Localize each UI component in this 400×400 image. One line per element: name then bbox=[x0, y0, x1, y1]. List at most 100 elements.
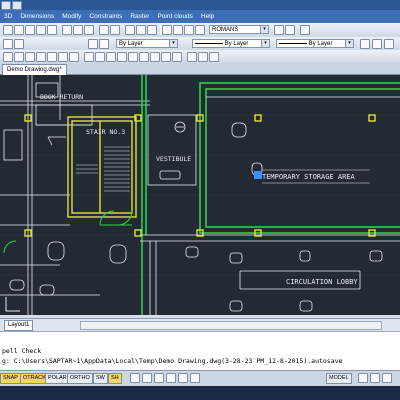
menu-bar: 3D Dimensions Modify Constraints Raster … bbox=[0, 10, 400, 23]
lock-icon[interactable] bbox=[370, 373, 380, 383]
circulation-label: CIRCULATION LOBBY bbox=[286, 278, 358, 286]
menu-3d[interactable]: 3D bbox=[0, 13, 16, 20]
text-style-combo[interactable]: ROMANS ▾ bbox=[209, 25, 269, 34]
extend-icon[interactable] bbox=[150, 52, 160, 62]
drawing-canvas[interactable]: BOOK RETURN STAIR NO.3 VESTIBULE TEMPORA… bbox=[0, 75, 400, 315]
vestibule-label: VESTIBULE bbox=[156, 155, 191, 163]
toolbar-layers: By Layer ▾ By Layer ▾ By Layer ▾ bbox=[0, 37, 400, 51]
arc-icon[interactable] bbox=[36, 52, 46, 62]
explode-icon[interactable] bbox=[172, 52, 182, 62]
preview-icon[interactable] bbox=[47, 25, 57, 35]
color-icon[interactable] bbox=[88, 39, 98, 49]
document-tab[interactable]: Demo Drawing.dwg* bbox=[2, 64, 67, 75]
line-icon[interactable] bbox=[3, 52, 13, 62]
publish-icon[interactable] bbox=[384, 39, 394, 49]
workspace-icon[interactable] bbox=[358, 373, 368, 383]
qat-icon[interactable] bbox=[12, 1, 22, 10]
tool-palettes-icon[interactable] bbox=[184, 25, 194, 35]
dim-style-icon[interactable] bbox=[274, 25, 284, 35]
chevron-down-icon[interactable]: ▾ bbox=[169, 40, 177, 47]
model-label: MODEL bbox=[329, 375, 349, 381]
lineweight-combo[interactable]: By Layer ▾ bbox=[276, 39, 354, 48]
zoom-window-icon[interactable] bbox=[147, 25, 157, 35]
snap-toggle[interactable]: SNAP bbox=[0, 373, 21, 384]
storage-room-details bbox=[140, 96, 400, 242]
undo-icon[interactable] bbox=[99, 25, 109, 35]
lineweight-value: By Layer bbox=[308, 41, 333, 47]
steering-wheel-icon[interactable] bbox=[178, 373, 188, 383]
layout-tab-label: Layout1 bbox=[8, 322, 30, 328]
polar-toggle[interactable]: POLAR bbox=[45, 373, 70, 384]
polyline-icon[interactable] bbox=[14, 52, 24, 62]
layout-tab[interactable]: Layout1 bbox=[4, 320, 34, 331]
sheet-set-icon[interactable] bbox=[195, 25, 205, 35]
otrack-label: OTRACK bbox=[23, 375, 46, 381]
rectangle-icon[interactable] bbox=[47, 52, 57, 62]
trim-icon[interactable] bbox=[139, 52, 149, 62]
text-icon[interactable] bbox=[69, 52, 79, 62]
showmotion-icon[interactable] bbox=[190, 373, 200, 383]
spacer bbox=[160, 25, 162, 34]
properties-icon[interactable] bbox=[162, 25, 172, 35]
annotation-icon[interactable] bbox=[130, 373, 140, 383]
dimension-icon[interactable] bbox=[187, 52, 197, 62]
mleader-style-icon[interactable] bbox=[300, 25, 310, 35]
paste-icon[interactable] bbox=[84, 25, 94, 35]
app-icon[interactable] bbox=[1, 1, 11, 10]
layer-manager-icon[interactable] bbox=[3, 39, 13, 49]
plot-icon[interactable] bbox=[372, 39, 382, 49]
plotstyle-icon[interactable] bbox=[360, 39, 370, 49]
cut-icon[interactable] bbox=[62, 25, 72, 35]
fillet-icon[interactable] bbox=[161, 52, 171, 62]
design-center-icon[interactable] bbox=[173, 25, 183, 35]
floor-plan: BOOK RETURN STAIR NO.3 VESTIBULE TEMPORA… bbox=[0, 75, 400, 315]
ortho-toggle[interactable]: ORTHO bbox=[67, 373, 93, 384]
print-icon[interactable] bbox=[36, 25, 46, 35]
layer-combo[interactable]: By Layer ▾ bbox=[116, 39, 178, 48]
move-icon[interactable] bbox=[84, 52, 94, 62]
pan-status-icon[interactable] bbox=[154, 373, 164, 383]
menu-modify[interactable]: Modify bbox=[58, 13, 85, 20]
menu-dimensions[interactable]: Dimensions bbox=[16, 13, 58, 20]
insert-icon[interactable] bbox=[209, 52, 219, 62]
toolbar-draw bbox=[0, 50, 400, 64]
command-line[interactable]: pell Check g: C:\Users\SAPTAR~1\AppData\… bbox=[0, 331, 400, 371]
book-return-room bbox=[35, 104, 93, 146]
horizontal-scrollbar[interactable] bbox=[80, 321, 382, 330]
fullscreen-icon[interactable] bbox=[382, 373, 392, 383]
sh-toggle[interactable]: SH bbox=[108, 373, 122, 384]
scale-icon[interactable] bbox=[106, 52, 116, 62]
save-icon[interactable] bbox=[25, 25, 35, 35]
rotate-icon[interactable] bbox=[95, 52, 105, 62]
menu-point-clouds[interactable]: Point clouds bbox=[153, 13, 196, 20]
quick-view-icon[interactable] bbox=[142, 373, 152, 383]
linetype-value: By Layer bbox=[224, 41, 249, 47]
chevron-down-icon[interactable]: ▾ bbox=[345, 40, 353, 47]
linetype-combo[interactable]: By Layer ▾ bbox=[192, 39, 270, 48]
table-style-icon[interactable] bbox=[285, 25, 295, 35]
mirror-icon[interactable] bbox=[117, 52, 127, 62]
new-icon[interactable] bbox=[3, 25, 13, 35]
menu-raster[interactable]: Raster bbox=[126, 13, 153, 20]
offset-icon[interactable] bbox=[128, 52, 138, 62]
zoom-status-icon[interactable] bbox=[166, 373, 176, 383]
sw-toggle[interactable]: SW bbox=[93, 373, 108, 384]
circle-icon[interactable] bbox=[25, 52, 35, 62]
snap-label: SNAP bbox=[3, 375, 18, 381]
chevron-down-icon[interactable]: ▾ bbox=[260, 26, 268, 33]
model-button[interactable]: MODEL bbox=[326, 373, 352, 384]
menu-help[interactable]: Help bbox=[197, 13, 218, 20]
copy-icon[interactable] bbox=[73, 25, 83, 35]
match-layer-icon[interactable] bbox=[99, 39, 109, 49]
chevron-down-icon[interactable]: ▾ bbox=[261, 40, 269, 47]
os-taskbar bbox=[0, 386, 400, 400]
block-icon[interactable] bbox=[198, 52, 208, 62]
pan-icon[interactable] bbox=[125, 25, 135, 35]
open-icon[interactable] bbox=[14, 25, 24, 35]
zoom-icon[interactable] bbox=[136, 25, 146, 35]
command-history-line-2: g: C:\Users\SAPTAR~1\AppData\Local\Temp\… bbox=[2, 357, 343, 365]
layer-state-icon[interactable] bbox=[14, 39, 24, 49]
redo-icon[interactable] bbox=[110, 25, 120, 35]
hatch-icon[interactable] bbox=[58, 52, 68, 62]
menu-constraints[interactable]: Constraints bbox=[85, 13, 126, 20]
